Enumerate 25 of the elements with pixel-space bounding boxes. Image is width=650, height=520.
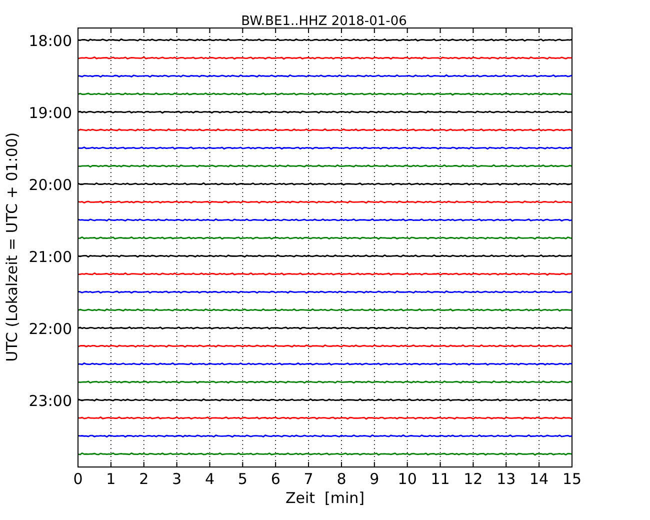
tick-label: 19:00 — [28, 104, 72, 122]
chart-title: BW.BE1..HHZ 2018-01-06 — [241, 14, 407, 29]
tick-label: 3 — [172, 470, 182, 488]
tick-label: 12 — [464, 470, 483, 488]
axis-label: Zeit [min] — [285, 489, 365, 507]
tick-label: 1 — [106, 470, 116, 488]
tick-label: 8 — [336, 470, 346, 488]
tick-label: 23:00 — [28, 392, 72, 410]
tick-label: 13 — [496, 470, 516, 488]
tick-label: 4 — [204, 470, 214, 488]
tick-label: 22:00 — [28, 320, 72, 338]
tick-label: 15 — [562, 470, 582, 488]
tick-label: 9 — [370, 470, 380, 488]
tick-label: 6 — [270, 470, 280, 488]
tick-label: 2 — [139, 470, 149, 488]
tick-label: 18:00 — [28, 32, 72, 50]
tick-label: 20:00 — [28, 176, 72, 194]
tick-label: 21:00 — [28, 248, 72, 266]
tick-label: 0 — [73, 470, 83, 488]
tick-label: 7 — [304, 470, 314, 488]
tick-label: 11 — [430, 470, 450, 488]
axis-label: UTC (Lokalzeit = UTC + 01:00) — [3, 132, 21, 362]
tick-label: 10 — [398, 470, 417, 488]
tick-label: 5 — [238, 470, 248, 488]
tick-label: 14 — [530, 470, 549, 488]
